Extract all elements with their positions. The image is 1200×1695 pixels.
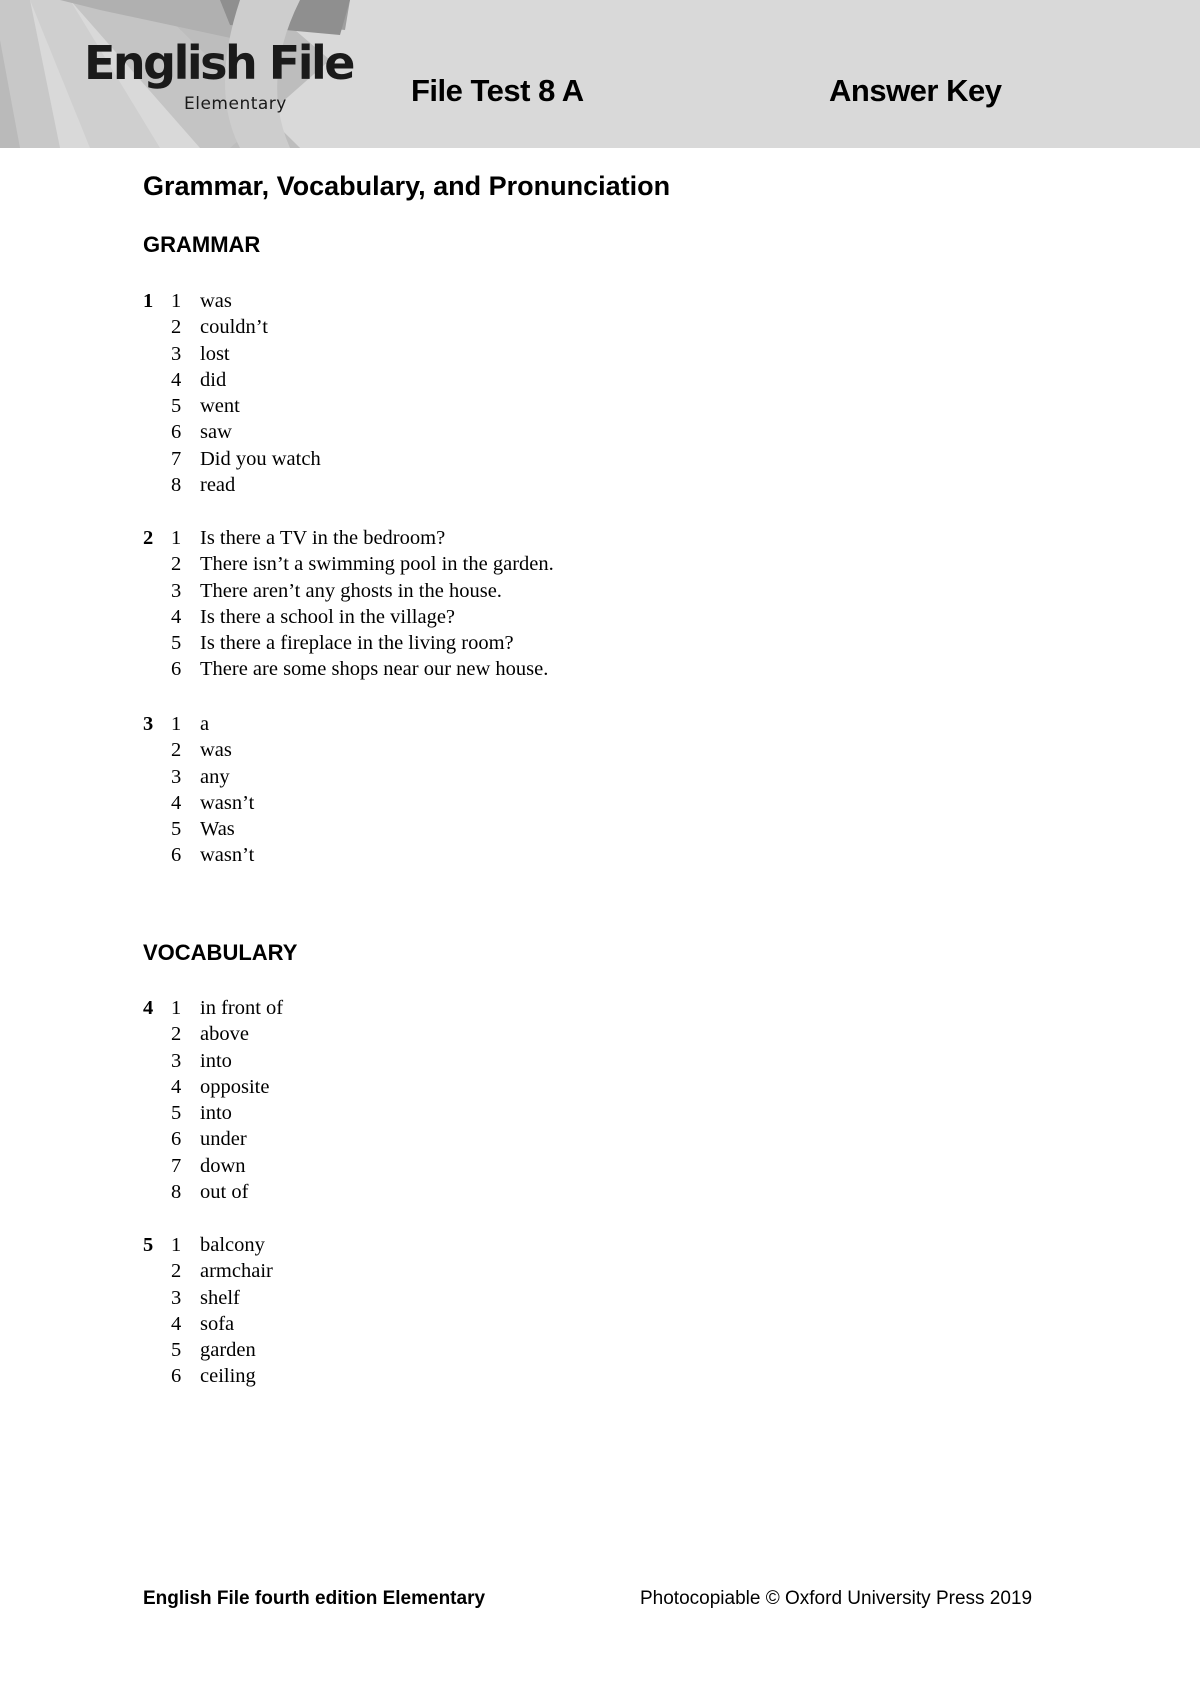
item-number: 3 [171, 579, 182, 602]
item-number: 3 [171, 765, 182, 788]
main-heading: Grammar, Vocabulary, and Pronunciation [143, 171, 671, 201]
item-number: 4 [171, 368, 182, 391]
exercise-number: 3 [143, 713, 154, 735]
item-number: 5 [171, 1339, 182, 1362]
answer-text: Did you watch [200, 447, 321, 470]
item-number: 7 [171, 447, 182, 470]
answer-text: armchair [200, 1260, 273, 1283]
item-number: 1 [171, 713, 182, 735]
item-number: 3 [171, 1286, 182, 1309]
answer-text: Is there a TV in the bedroom? [200, 527, 446, 549]
exercise-number: 4 [143, 997, 154, 1019]
doc-type-label: Answer Key [829, 73, 1002, 108]
answer-text: a [200, 713, 210, 735]
answer-text: There are some shops near our new house. [200, 658, 549, 681]
answer-text: did [200, 368, 227, 391]
answer-text: into [200, 1102, 232, 1125]
item-number: 1 [171, 1234, 182, 1256]
item-number: 1 [171, 290, 182, 312]
item-number: 1 [171, 997, 182, 1019]
answer-text: There aren’t any ghosts in the house. [200, 579, 502, 602]
logo-subtitle: Elementary [184, 94, 287, 114]
item-number: 2 [171, 739, 182, 762]
item-number: 2 [171, 316, 182, 339]
answer-text: wasn’t [200, 844, 255, 867]
item-number: 2 [171, 553, 182, 576]
item-number: 2 [171, 1260, 182, 1283]
answer-text: lost [200, 342, 230, 365]
answer-text: Is there a school in the village? [200, 605, 456, 628]
answer-text: out of [200, 1181, 249, 1204]
answer-text: went [200, 395, 240, 418]
item-number: 6 [171, 658, 182, 681]
footer-edition: English File fourth edition Elementary [143, 1588, 486, 1609]
answer-text: any [200, 765, 230, 788]
answer-text: Is there a fireplace in the living room? [200, 632, 514, 655]
exercise-number: 5 [143, 1234, 154, 1256]
answer-text: into [200, 1049, 232, 1072]
item-number: 5 [171, 1102, 182, 1125]
answer-text: read [200, 474, 236, 497]
answer-text: in front of [200, 997, 284, 1019]
logo-title: English File [84, 36, 355, 90]
answer-text: down [200, 1154, 246, 1177]
answer-text: was [200, 739, 232, 762]
item-number: 6 [171, 844, 182, 867]
exercise-number: 1 [143, 290, 154, 312]
grammar-heading: GRAMMAR [143, 232, 261, 257]
answer-text: was [200, 290, 232, 312]
answer-text: couldn’t [200, 316, 268, 339]
answer-text: There isn’t a swimming pool in the garde… [200, 553, 554, 576]
page-header: English File Elementary File Test 8 A An… [0, 0, 1200, 148]
item-number: 2 [171, 1023, 182, 1046]
vocabulary-heading: VOCABULARY [143, 940, 298, 965]
answer-text: shelf [200, 1286, 240, 1309]
english-file-logo: English File Elementary [84, 36, 364, 114]
item-number: 6 [171, 421, 182, 444]
item-number: 8 [171, 474, 182, 497]
answer-text: under [200, 1128, 247, 1151]
item-number: 5 [171, 395, 182, 418]
answer-text: above [200, 1023, 249, 1046]
item-number: 8 [171, 1181, 182, 1204]
item-number: 4 [171, 605, 182, 628]
test-title: File Test 8 A [411, 73, 584, 108]
answer-text: opposite [200, 1075, 270, 1098]
answer-text: ceiling [200, 1365, 256, 1388]
answer-text: garden [200, 1339, 256, 1362]
item-number: 5 [171, 632, 182, 655]
answer-text: Was [200, 818, 235, 841]
answer-text: sofa [200, 1312, 235, 1335]
item-number: 3 [171, 1049, 182, 1072]
item-number: 1 [171, 527, 182, 549]
item-number: 4 [171, 1075, 182, 1098]
item-number: 3 [171, 342, 182, 365]
footer-copyright: Photocopiable © Oxford University Press … [640, 1588, 1033, 1609]
item-number: 6 [171, 1128, 182, 1151]
answer-text: balcony [200, 1234, 265, 1256]
item-number: 6 [171, 1365, 182, 1388]
item-number: 7 [171, 1154, 182, 1177]
exercise-number: 2 [143, 527, 154, 549]
item-number: 5 [171, 818, 182, 841]
answer-text: saw [200, 421, 232, 444]
item-number: 4 [171, 791, 182, 814]
item-number: 4 [171, 1312, 182, 1335]
answer-text: wasn’t [200, 791, 255, 814]
